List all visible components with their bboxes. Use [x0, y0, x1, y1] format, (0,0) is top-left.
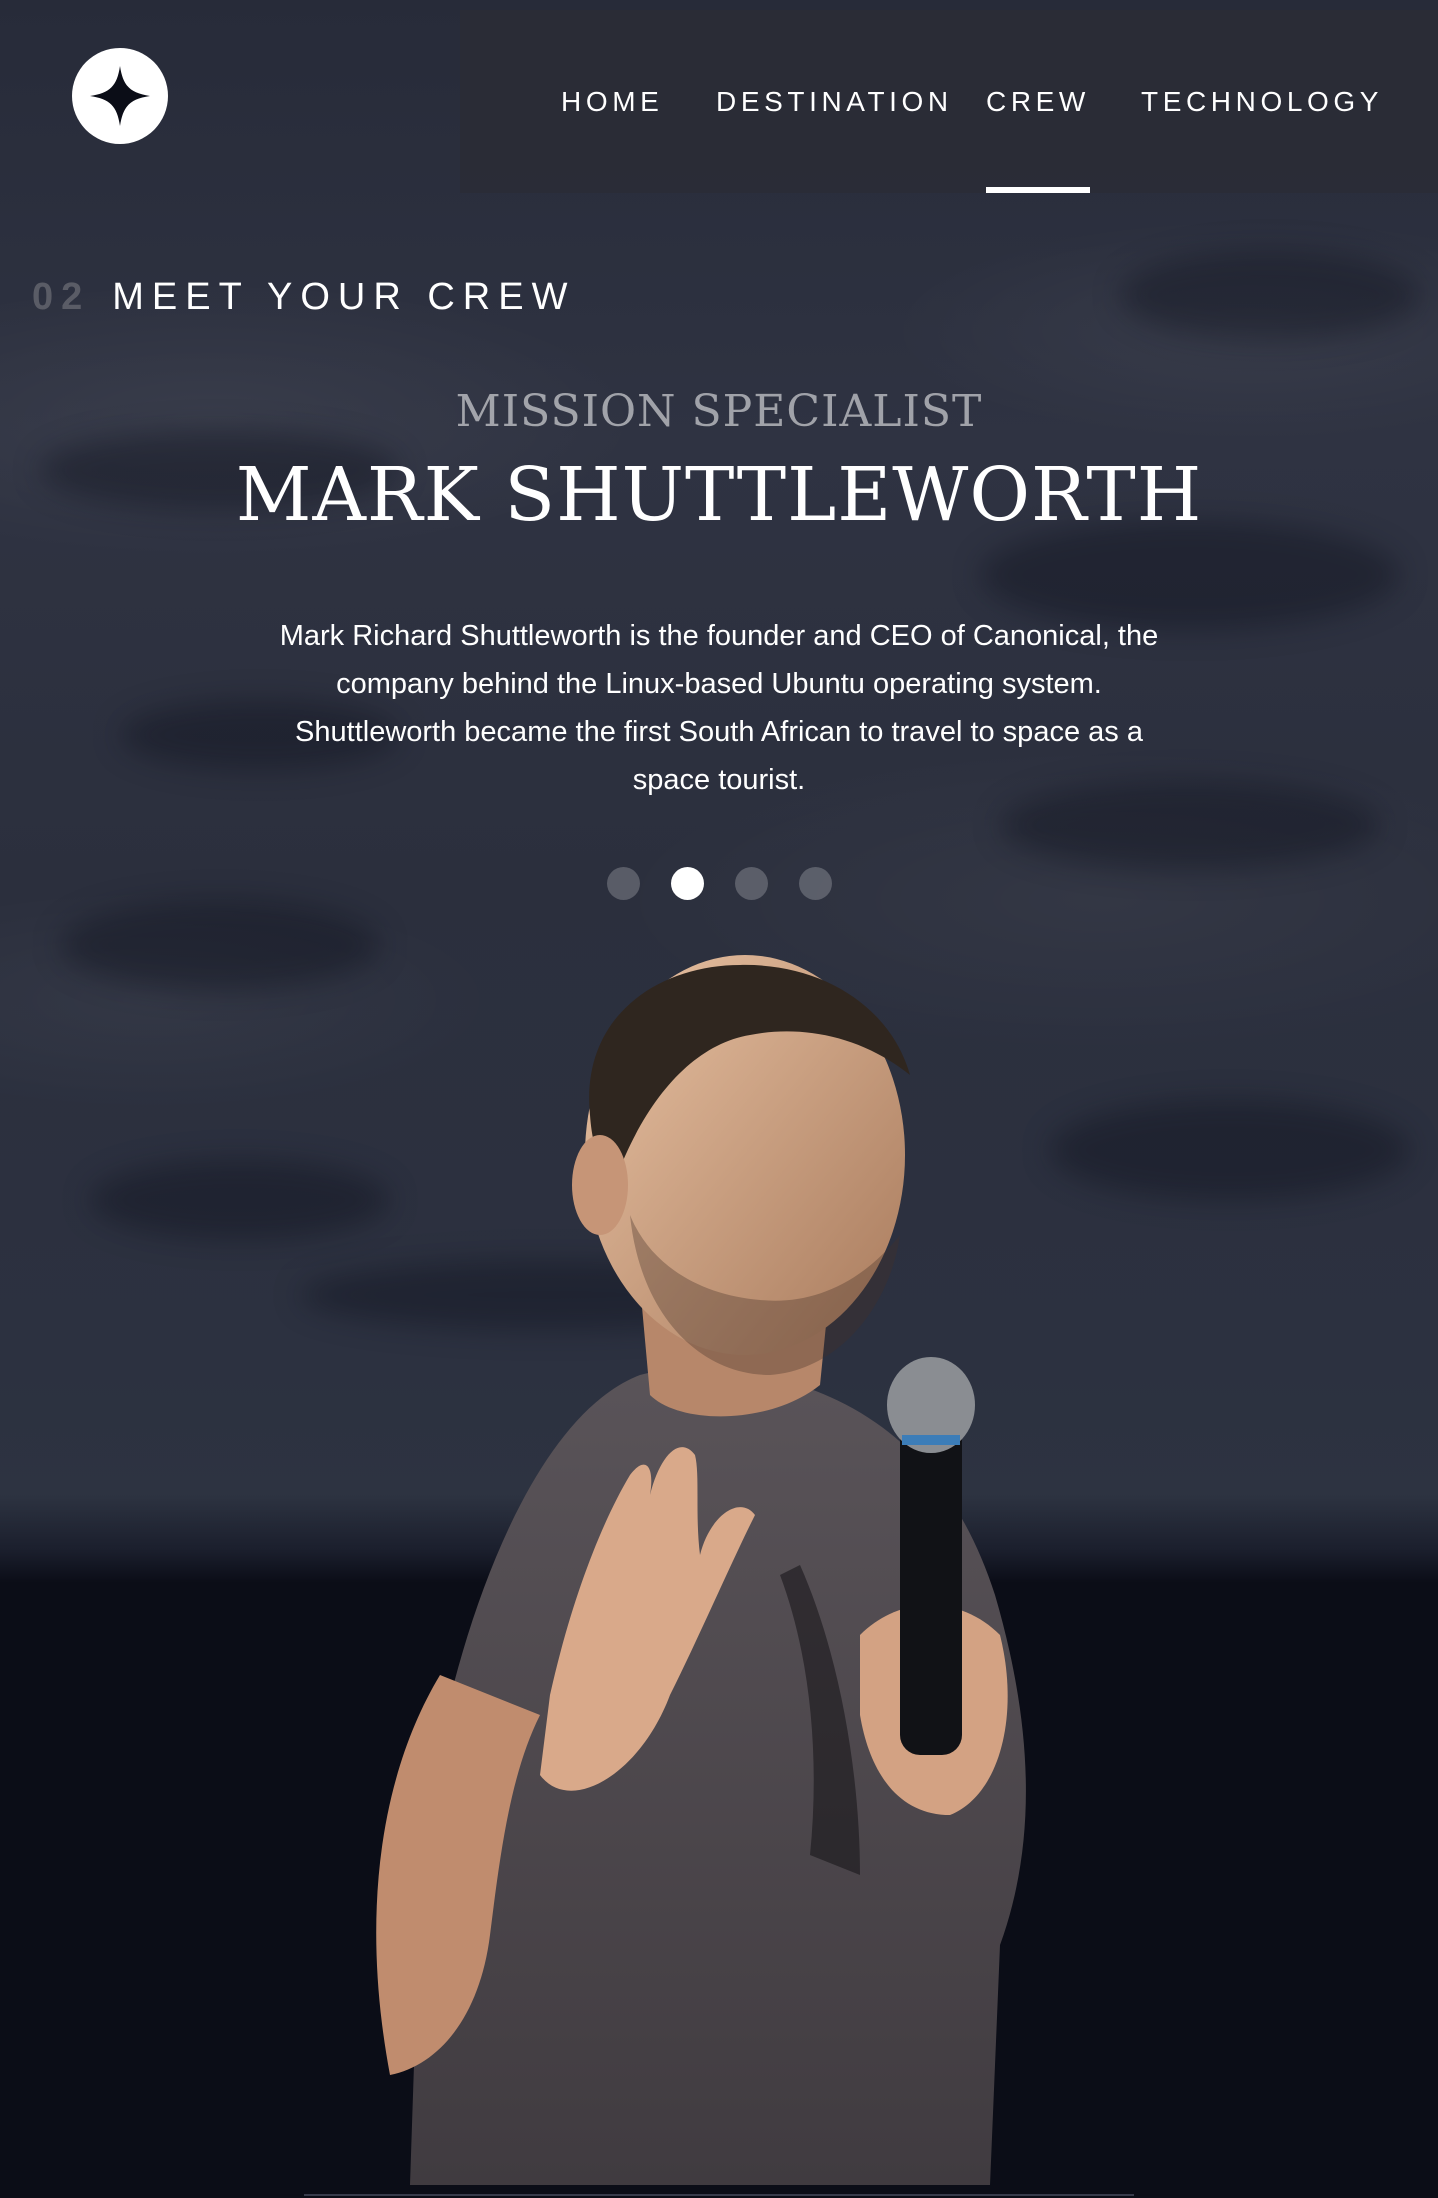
crew-pagination-dot-4[interactable]	[798, 867, 832, 900]
image-divider	[304, 2194, 1134, 2196]
crew-pagination-dot-2[interactable]	[670, 867, 704, 900]
crew-name: MARK SHUTTLEWORTH	[235, 452, 1203, 538]
crew-pagination	[0, 867, 1438, 900]
page-heading: 02 MEET YOUR CREW	[32, 276, 575, 319]
crew-pagination-dot-3[interactable]	[734, 867, 768, 900]
nav-item-destination[interactable]: DESTINATION	[716, 10, 953, 193]
crew-role: MISSION SPECIALIST	[455, 386, 983, 437]
nav-item-crew[interactable]: CREW	[986, 10, 1090, 193]
main-navigation: HOME DESTINATION CREW TECHNOLOGY	[460, 10, 1438, 193]
page-heading-number: 02	[32, 276, 91, 318]
nav-item-technology[interactable]: TECHNOLOGY	[1141, 10, 1383, 193]
crew-portrait	[376, 955, 1026, 2185]
star-logo-icon	[90, 66, 150, 126]
active-nav-indicator	[986, 187, 1090, 193]
page-heading-text: MEET YOUR CREW	[112, 276, 576, 318]
crew-pagination-dot-1[interactable]	[606, 867, 640, 900]
nav-item-home[interactable]: HOME	[561, 10, 663, 193]
nav-item-crew-label: CREW	[986, 85, 1090, 117]
crew-bio: Mark Richard Shuttleworth is the founder…	[279, 620, 1159, 796]
logo[interactable]	[72, 48, 168, 144]
